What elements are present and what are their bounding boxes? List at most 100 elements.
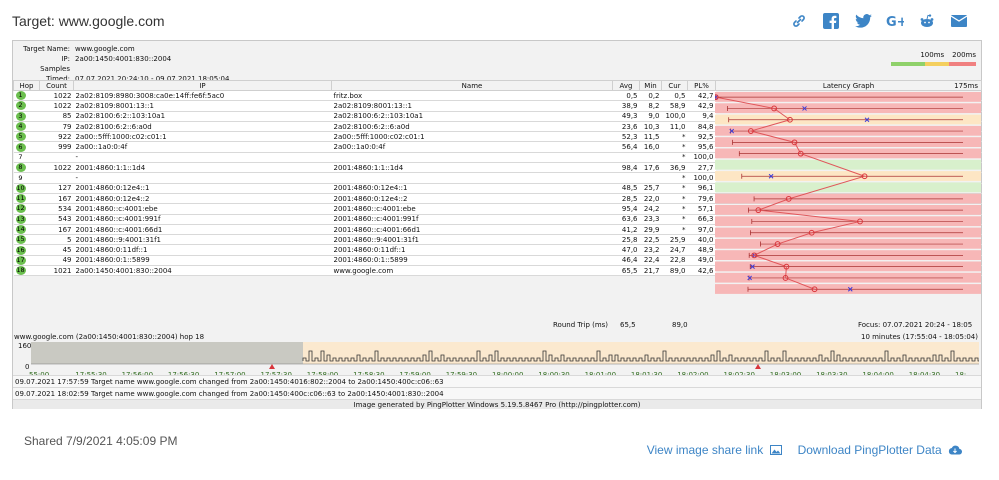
link-icon[interactable] <box>789 11 809 31</box>
pingplotter-report: Target Name: www.google.com IP: 2a00:1450:… <box>12 40 982 409</box>
target-name-label: Target Name: <box>23 45 70 53</box>
email-icon[interactable] <box>949 11 969 31</box>
view-share-link[interactable]: View image share link <box>647 443 782 457</box>
count-cell: 1022 <box>39 162 74 174</box>
name-cell <box>331 152 613 164</box>
count-cell: 534 <box>39 203 74 215</box>
pl-cell: 27,7 <box>687 162 716 174</box>
avg-cell: 48,5 <box>612 183 640 194</box>
count-cell: 49 <box>39 255 74 267</box>
name-cell: 2a00::1a0:0:4f <box>331 141 613 153</box>
footer-links: View image share link Download PingPlott… <box>647 443 963 457</box>
col-avg[interactable]: Avg <box>612 80 640 91</box>
hop-number-badge: 18 <box>15 266 26 275</box>
download-data-link[interactable]: Download PingPlotter Data <box>798 443 963 457</box>
name-cell: 2001:4860:0:12e4::2 <box>331 193 613 205</box>
ip-cell: 2a02:8109:8980:3008:ca0e:14ff:fe6f:5ac0 <box>73 90 332 102</box>
graph-row-bg <box>715 182 981 193</box>
name-cell: 2001:4860:1:1::1d4 <box>331 162 613 174</box>
col-pl[interactable]: PL% <box>687 80 716 91</box>
min-cell: 0,2 <box>639 90 662 102</box>
cur-cell: 22,8 <box>661 255 688 267</box>
ip-cell: 2a00:1450:4001:830::2004 <box>73 265 332 277</box>
cur-cell: * <box>661 203 688 215</box>
cur-cell: 25,9 <box>661 234 688 246</box>
pl-cell: 84,8 <box>687 121 716 133</box>
round-trip-cur: 89,0 <box>672 321 688 329</box>
col-name[interactable]: Name <box>331 80 613 91</box>
count-cell: 79 <box>39 121 74 133</box>
facebook-icon[interactable] <box>821 11 841 31</box>
count-cell: 1021 <box>39 265 74 277</box>
min-cell: 11,5 <box>639 131 662 143</box>
name-cell: 2a02:8100:6:2::103:10a1 <box>331 111 613 122</box>
ip-cell: 2a00::1a0:0:4f <box>73 141 332 153</box>
hop-cell: 18 <box>13 265 40 277</box>
col-min[interactable]: Min <box>639 80 662 91</box>
min-cell: 23,2 <box>639 244 662 256</box>
min-cell: 9,0 <box>639 111 662 122</box>
pl-cell: 100,0 <box>687 152 716 164</box>
hop-number-badge: 5 <box>15 132 26 141</box>
pl-cell: 9,4 <box>687 111 716 122</box>
avg-cell: 65,5 <box>612 265 640 277</box>
avg-cell <box>612 172 640 184</box>
cur-cell: * <box>661 152 688 164</box>
name-cell: 2001:4860:0:12e4::1 <box>331 183 613 194</box>
target-name-value: www.google.com <box>75 45 135 53</box>
hop-cell: 6 <box>13 141 40 153</box>
min-cell: 23,3 <box>639 214 662 225</box>
hop-cell: 1 <box>13 90 40 102</box>
googleplus-icon[interactable]: G+ <box>885 11 905 31</box>
count-cell: 1022 <box>39 100 74 112</box>
avg-cell: 25,8 <box>612 234 640 246</box>
col-latency-graph[interactable]: Latency Graph 175ms <box>715 80 982 91</box>
svg-text:G+: G+ <box>886 15 904 28</box>
pl-cell: 49,0 <box>687 255 716 267</box>
avg-cell: 63,6 <box>612 214 640 225</box>
col-cur[interactable]: Cur <box>661 80 688 91</box>
hop-number-badge: 15 <box>15 235 26 244</box>
avg-cell: 41,2 <box>612 224 640 236</box>
ip-cell: - <box>73 172 332 184</box>
avg-cell: 0,5 <box>612 90 640 102</box>
count-cell: 45 <box>39 244 74 256</box>
avg-cell: 28,5 <box>612 193 640 205</box>
cur-cell: * <box>661 131 688 143</box>
col-count[interactable]: Count <box>39 80 74 91</box>
ip-cell: - <box>73 152 332 164</box>
min-cell: 21,7 <box>639 265 662 277</box>
hop-number-badge: 16 <box>15 245 26 255</box>
twitter-icon[interactable] <box>853 11 873 31</box>
image-icon <box>769 445 782 455</box>
pl-cell: 96,1 <box>687 183 716 194</box>
avg-cell: 49,3 <box>612 111 640 122</box>
col-ip[interactable]: IP <box>73 80 332 91</box>
generated-by: Image generated by PingPlotter Windows 5… <box>13 399 981 409</box>
latency-graph-max: 175ms <box>954 81 978 90</box>
col-hop[interactable]: Hop <box>13 80 40 91</box>
name-cell: 2001:4860::c:4001:66d1 <box>331 224 613 236</box>
event-marker-icon <box>269 364 275 369</box>
name-cell: 2001:4860:0:1::5899 <box>331 255 613 267</box>
min-cell: 22,5 <box>639 234 662 246</box>
timeline-range: 10 minutes (17:55:04 - 18:05:04) <box>860 333 978 341</box>
hop-cell: 17 <box>13 255 40 267</box>
hop-number-badge: 3 <box>15 111 26 121</box>
pl-cell: 100,0 <box>687 172 716 184</box>
ip-cell: 2001:4860:0:12e4::2 <box>73 193 332 205</box>
pl-cell: 42,7 <box>687 90 716 102</box>
avg-cell: 98,4 <box>612 162 640 174</box>
hop-cell: 14 <box>13 224 40 236</box>
min-cell: 22,0 <box>639 193 662 205</box>
ip-cell: 2001:4860::c:4001:991f <box>73 214 332 225</box>
timeline-chart[interactable] <box>31 342 979 370</box>
min-cell: 17,6 <box>639 162 662 174</box>
round-trip-row: Round Trip (ms) 65,5 89,0 Focus: 07.07.2… <box>13 320 981 331</box>
pl-cell: 79,6 <box>687 193 716 205</box>
cur-cell: * <box>661 214 688 225</box>
reddit-icon[interactable] <box>917 11 937 31</box>
timeline-panel: www.google.com (2a00:1450:4001:830::2004… <box>13 332 981 379</box>
hop-number-badge: 12 <box>15 204 26 214</box>
cloud-download-icon <box>948 445 963 455</box>
